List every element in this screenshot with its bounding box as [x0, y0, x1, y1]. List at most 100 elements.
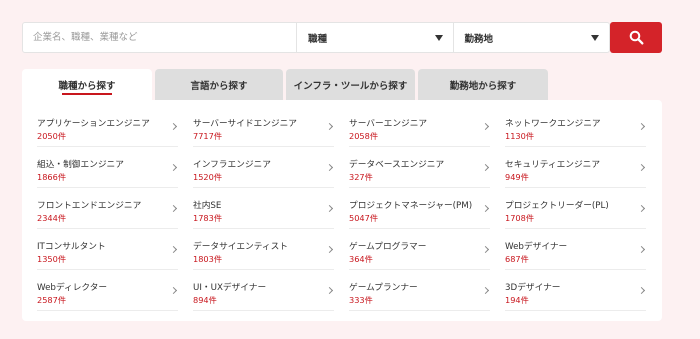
keyword-search-input[interactable] — [23, 23, 297, 52]
tab-location[interactable]: 勤務地から探す — [418, 69, 548, 100]
job-category-item[interactable]: 組込・制御エンジニア 1866件 — [37, 154, 178, 188]
divider — [505, 146, 646, 147]
job-category-name: サーバーサイドエンジニア — [193, 119, 297, 129]
job-category-name: 組込・制御エンジニア — [37, 160, 124, 170]
chevron-right-icon — [637, 245, 646, 254]
job-category-name: プロジェクトマネージャー(PM) — [349, 201, 473, 211]
job-category-item[interactable]: サーバーサイドエンジニア 7717件 — [193, 113, 334, 147]
caret-down-icon — [590, 35, 599, 41]
chevron-right-icon — [637, 163, 646, 172]
divider — [505, 187, 646, 188]
job-category-item[interactable]: UI・UXデザイナー 894件 — [193, 277, 334, 311]
divider — [193, 228, 334, 229]
divider — [505, 228, 646, 229]
job-count: 1866件 — [37, 172, 67, 182]
chevron-right-icon — [481, 286, 490, 295]
job-count: 333件 — [349, 295, 373, 305]
job-category-name: ゲームプログラマー — [349, 242, 427, 252]
job-count: 5047件 — [349, 213, 379, 223]
job-category-name: ネットワークエンジニア — [505, 119, 601, 129]
job-category-item[interactable]: セキュリティエンジニア 949件 — [505, 154, 646, 188]
job-category-name: Webデザイナー — [505, 242, 568, 252]
job-category-item[interactable]: 社内SE 1783件 — [193, 195, 334, 229]
tab-infra-tools[interactable]: インフラ・ツールから探す — [286, 69, 415, 100]
location-select[interactable]: 勤務地 — [452, 23, 609, 52]
divider — [349, 228, 490, 229]
job-category-item[interactable]: ネットワークエンジニア 1130件 — [505, 113, 646, 147]
job-count: 1803件 — [193, 254, 223, 264]
divider — [349, 146, 490, 147]
job-category-name: 社内SE — [193, 201, 222, 211]
job-category-name: データベースエンジニア — [349, 160, 445, 170]
chevron-right-icon — [169, 122, 178, 131]
job-category-item[interactable]: フロントエンドエンジニア 2344件 — [37, 195, 178, 229]
job-category-item[interactable]: インフラエンジニア 1520件 — [193, 154, 334, 188]
search-icon — [629, 30, 644, 45]
chevron-right-icon — [481, 204, 490, 213]
divider — [193, 269, 334, 270]
job-category-name: プロジェクトリーダー(PL) — [505, 201, 609, 211]
chevron-right-icon — [169, 163, 178, 172]
divider — [37, 269, 178, 270]
job-count: 2050件 — [37, 131, 67, 141]
job-count: 1130件 — [505, 131, 535, 141]
chevron-right-icon — [325, 204, 334, 213]
job-category-item[interactable]: ゲームプログラマー 364件 — [349, 236, 490, 270]
search-bar: 職種 勤務地 — [22, 22, 610, 53]
chevron-right-icon — [325, 245, 334, 254]
job-category-name: Webディレクター — [37, 283, 108, 293]
tab-job-type[interactable]: 職種から探す — [22, 69, 152, 101]
job-category-item[interactable]: プロジェクトマネージャー(PM) 5047件 — [349, 195, 490, 229]
divider — [193, 187, 334, 188]
job-count: 194件 — [505, 295, 529, 305]
divider — [37, 146, 178, 147]
chevron-right-icon — [481, 245, 490, 254]
chevron-right-icon — [637, 122, 646, 131]
chevron-right-icon — [169, 245, 178, 254]
job-category-item[interactable]: アプリケーションエンジニア 2050件 — [37, 113, 178, 147]
chevron-right-icon — [325, 163, 334, 172]
chevron-right-icon — [169, 286, 178, 295]
job-count: 327件 — [349, 172, 373, 182]
job-category-item[interactable]: サーバーエンジニア 2058件 — [349, 113, 490, 147]
location-select-value: 勤務地 — [464, 33, 494, 45]
job-category-name: データサイエンティスト — [193, 242, 288, 252]
divider — [37, 187, 178, 188]
job-category-item[interactable]: Webデザイナー 687件 — [505, 236, 646, 270]
tab-label: インフラ・ツールから探す — [293, 80, 408, 92]
job-category-item[interactable]: Webディレクター 2587件 — [37, 277, 178, 311]
chevron-right-icon — [637, 204, 646, 213]
divider — [505, 310, 646, 311]
job-category-name: インフラエンジニア — [193, 160, 271, 170]
divider — [193, 146, 334, 147]
job-category-item[interactable]: ITコンサルタント 1350件 — [37, 236, 178, 270]
job-count: 1783件 — [193, 213, 223, 223]
job-category-name: ゲームプランナー — [349, 283, 418, 293]
active-tab-indicator — [62, 93, 112, 95]
job-count: 1520件 — [193, 172, 223, 182]
divider — [349, 310, 490, 311]
job-category-name: ITコンサルタント — [37, 242, 106, 252]
job-category-item[interactable]: 3Dデザイナー 194件 — [505, 277, 646, 311]
job-category-name: セキュリティエンジニア — [505, 160, 601, 170]
chevron-right-icon — [637, 286, 646, 295]
job-category-item[interactable]: データサイエンティスト 1803件 — [193, 236, 334, 270]
chevron-right-icon — [325, 286, 334, 295]
search-button[interactable] — [610, 22, 662, 53]
job-category-item[interactable]: データベースエンジニア 327件 — [349, 154, 490, 188]
job-count: 2587件 — [37, 295, 67, 305]
job-category-name: 3Dデザイナー — [505, 283, 561, 293]
job-category-name: UI・UXデザイナー — [193, 283, 267, 293]
job-count: 949件 — [505, 172, 529, 182]
job-category-item[interactable]: ゲームプランナー 333件 — [349, 277, 490, 311]
tab-language[interactable]: 言語から探す — [155, 69, 283, 100]
job-category-item[interactable]: プロジェクトリーダー(PL) 1708件 — [505, 195, 646, 229]
chevron-right-icon — [169, 204, 178, 213]
chevron-right-icon — [481, 163, 490, 172]
job-count: 7717件 — [193, 131, 223, 141]
job-count: 2344件 — [37, 213, 67, 223]
job-type-select[interactable]: 職種 — [296, 23, 452, 52]
divider — [193, 310, 334, 311]
job-count: 2058件 — [349, 131, 379, 141]
job-category-panel: アプリケーションエンジニア 2050件 サーバーサイドエンジニア 7717件 サ… — [22, 100, 662, 321]
